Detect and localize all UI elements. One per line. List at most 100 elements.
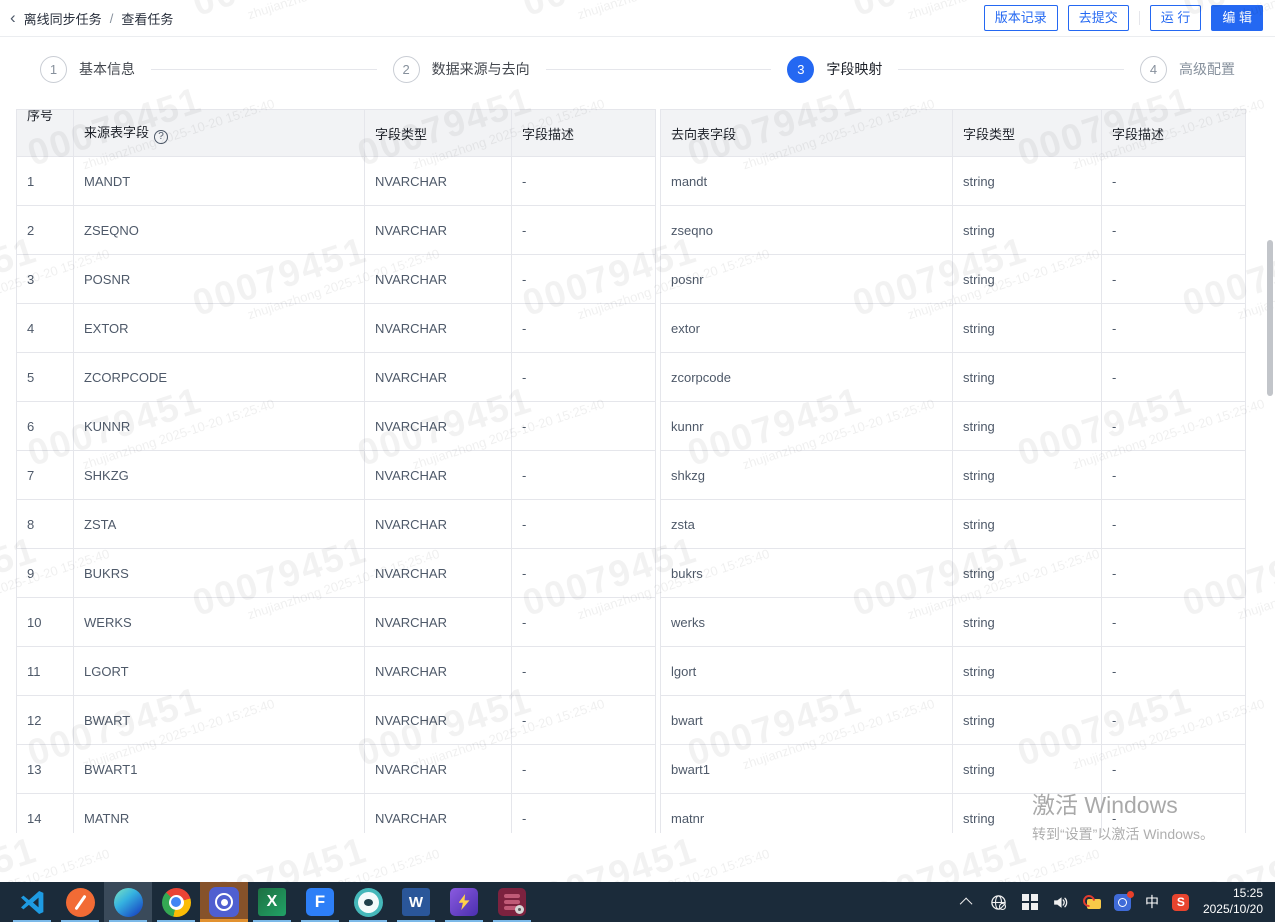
source-table: 序号 来源表字段 字段类型 字段描述 1MANDTNVARCHAR-2ZSEQN… — [16, 109, 656, 833]
taskbar-app-vscode[interactable] — [8, 882, 56, 922]
breadcrumb-item-tasks[interactable]: 离线同步任务 — [24, 9, 102, 28]
run-button[interactable]: 运 行 — [1150, 5, 1202, 31]
cell-source-type: NVARCHAR — [365, 206, 512, 255]
network-globe-icon[interactable] — [990, 893, 1008, 911]
cell-target-field: zsta — [661, 500, 953, 549]
table-row: 2ZSEQNONVARCHAR- — [17, 206, 656, 255]
ime-indicator[interactable]: 中 — [1145, 892, 1159, 912]
chrome-icon — [161, 887, 191, 917]
step-4[interactable]: 4高级配置 — [1140, 56, 1235, 83]
table-row: zseqnostring- — [661, 206, 1246, 255]
cell-source-field: SHKZG — [74, 451, 365, 500]
table-row: 12BWARTNVARCHAR- — [17, 696, 656, 745]
cell-target-desc: - — [1102, 598, 1246, 647]
taskbar-app-dog-app[interactable] — [344, 882, 392, 922]
cell-target-desc: - — [1102, 696, 1246, 745]
cell-target-desc: - — [1102, 304, 1246, 353]
table-row: 11LGORTNVARCHAR- — [17, 647, 656, 696]
taskbar-app-database-app[interactable] — [488, 882, 536, 922]
cell-source-desc: - — [512, 255, 656, 304]
col-header-target-type: 字段类型 — [953, 110, 1102, 157]
cell-source-field: BWART — [74, 696, 365, 745]
cell-target-desc: - — [1102, 402, 1246, 451]
taskbar-app-comm-app[interactable] — [200, 882, 248, 922]
taskbar-app-chrome[interactable] — [152, 882, 200, 922]
cell-target-type: string — [953, 794, 1102, 834]
back-icon[interactable]: ‹ — [10, 9, 16, 26]
step-3[interactable]: 3字段映射 — [787, 56, 882, 83]
table-row: 10WERKSNVARCHAR- — [17, 598, 656, 647]
cell-source-desc: - — [512, 157, 656, 206]
table-row: bwartstring- — [661, 696, 1246, 745]
cell-source-desc: - — [512, 647, 656, 696]
taskbar-app-f-app[interactable] — [296, 882, 344, 922]
cell-source-type: NVARCHAR — [365, 696, 512, 745]
cell-target-field: extor — [661, 304, 953, 353]
cell-target-field: bwart — [661, 696, 953, 745]
cell-target-type: string — [953, 500, 1102, 549]
cell-source-type: NVARCHAR — [365, 549, 512, 598]
edit-button[interactable]: 编 辑 — [1211, 5, 1263, 31]
cell-target-type: string — [953, 304, 1102, 353]
edge-icon — [113, 887, 143, 917]
cell-target-type: string — [953, 696, 1102, 745]
cell-target-field: matnr — [661, 794, 953, 834]
taskbar-app-pen-app[interactable] — [56, 882, 104, 922]
go-submit-button[interactable]: 去提交 — [1068, 5, 1129, 31]
cell-source-type: NVARCHAR — [365, 451, 512, 500]
table-row: 7SHKZGNVARCHAR- — [17, 451, 656, 500]
cell-source-type: NVARCHAR — [365, 304, 512, 353]
cell-source-field: WERKS — [74, 598, 365, 647]
cell-no: 2 — [17, 206, 74, 255]
cell-no: 3 — [17, 255, 74, 304]
table-row: zstastring- — [661, 500, 1246, 549]
cell-source-field: MANDT — [74, 157, 365, 206]
cell-source-type: NVARCHAR — [365, 745, 512, 794]
cell-source-desc: - — [512, 304, 656, 353]
taskbar-app-word[interactable] — [392, 882, 440, 922]
col-header-target-field: 去向表字段 — [661, 110, 953, 157]
target-header-row: 去向表字段 字段类型 字段描述 — [661, 110, 1246, 157]
step-number: 2 — [393, 56, 420, 83]
col-header-source-type: 字段类型 — [365, 110, 512, 157]
speaker-icon[interactable] — [1052, 893, 1070, 911]
taskbar-app-edge[interactable] — [104, 882, 152, 922]
cell-target-type: string — [953, 353, 1102, 402]
cell-target-field: zseqno — [661, 206, 953, 255]
table-row: 13BWART1NVARCHAR- — [17, 745, 656, 794]
cell-source-desc: - — [512, 353, 656, 402]
vscode-icon — [17, 887, 47, 917]
taskbar-clock[interactable]: 15:25 2025/10/20 — [1203, 886, 1263, 917]
step-2[interactable]: 2数据来源与去向 — [393, 56, 530, 83]
step-1[interactable]: 1基本信息 — [40, 56, 135, 83]
cell-target-field: zcorpcode — [661, 353, 953, 402]
sogou-input-icon[interactable] — [1172, 893, 1190, 911]
cell-target-desc: - — [1102, 157, 1246, 206]
taskbar-app-excel[interactable] — [248, 882, 296, 922]
version-history-button[interactable]: 版本记录 — [984, 5, 1058, 31]
excel-icon — [257, 887, 287, 917]
cell-target-field: mandt — [661, 157, 953, 206]
step-connector — [546, 69, 772, 70]
hidden-icons-chevron-icon[interactable] — [959, 893, 977, 911]
cell-no: 13 — [17, 745, 74, 794]
help-icon[interactable] — [154, 130, 168, 144]
screen: ‹ 离线同步任务 / 查看任务 版本记录 去提交 运 行 编 辑 1基本信息2数… — [0, 0, 1275, 922]
foxmail-tray-icon[interactable] — [1083, 893, 1101, 911]
cell-no: 8 — [17, 500, 74, 549]
cell-target-type: string — [953, 598, 1102, 647]
cell-source-desc: - — [512, 745, 656, 794]
windows-logo-icon[interactable] — [1021, 893, 1039, 911]
cell-no: 9 — [17, 549, 74, 598]
clock-date: 2025/10/20 — [1203, 902, 1263, 918]
notification-app-icon[interactable] — [1114, 893, 1132, 911]
cell-target-type: string — [953, 157, 1102, 206]
col-header-source-desc: 字段描述 — [512, 110, 656, 157]
cell-target-type: string — [953, 745, 1102, 794]
cell-source-field: LGORT — [74, 647, 365, 696]
cell-source-field: ZSTA — [74, 500, 365, 549]
cell-target-desc: - — [1102, 745, 1246, 794]
cell-source-field: BUKRS — [74, 549, 365, 598]
taskbar-app-purple-app[interactable] — [440, 882, 488, 922]
vertical-scrollbar[interactable] — [1267, 240, 1273, 396]
